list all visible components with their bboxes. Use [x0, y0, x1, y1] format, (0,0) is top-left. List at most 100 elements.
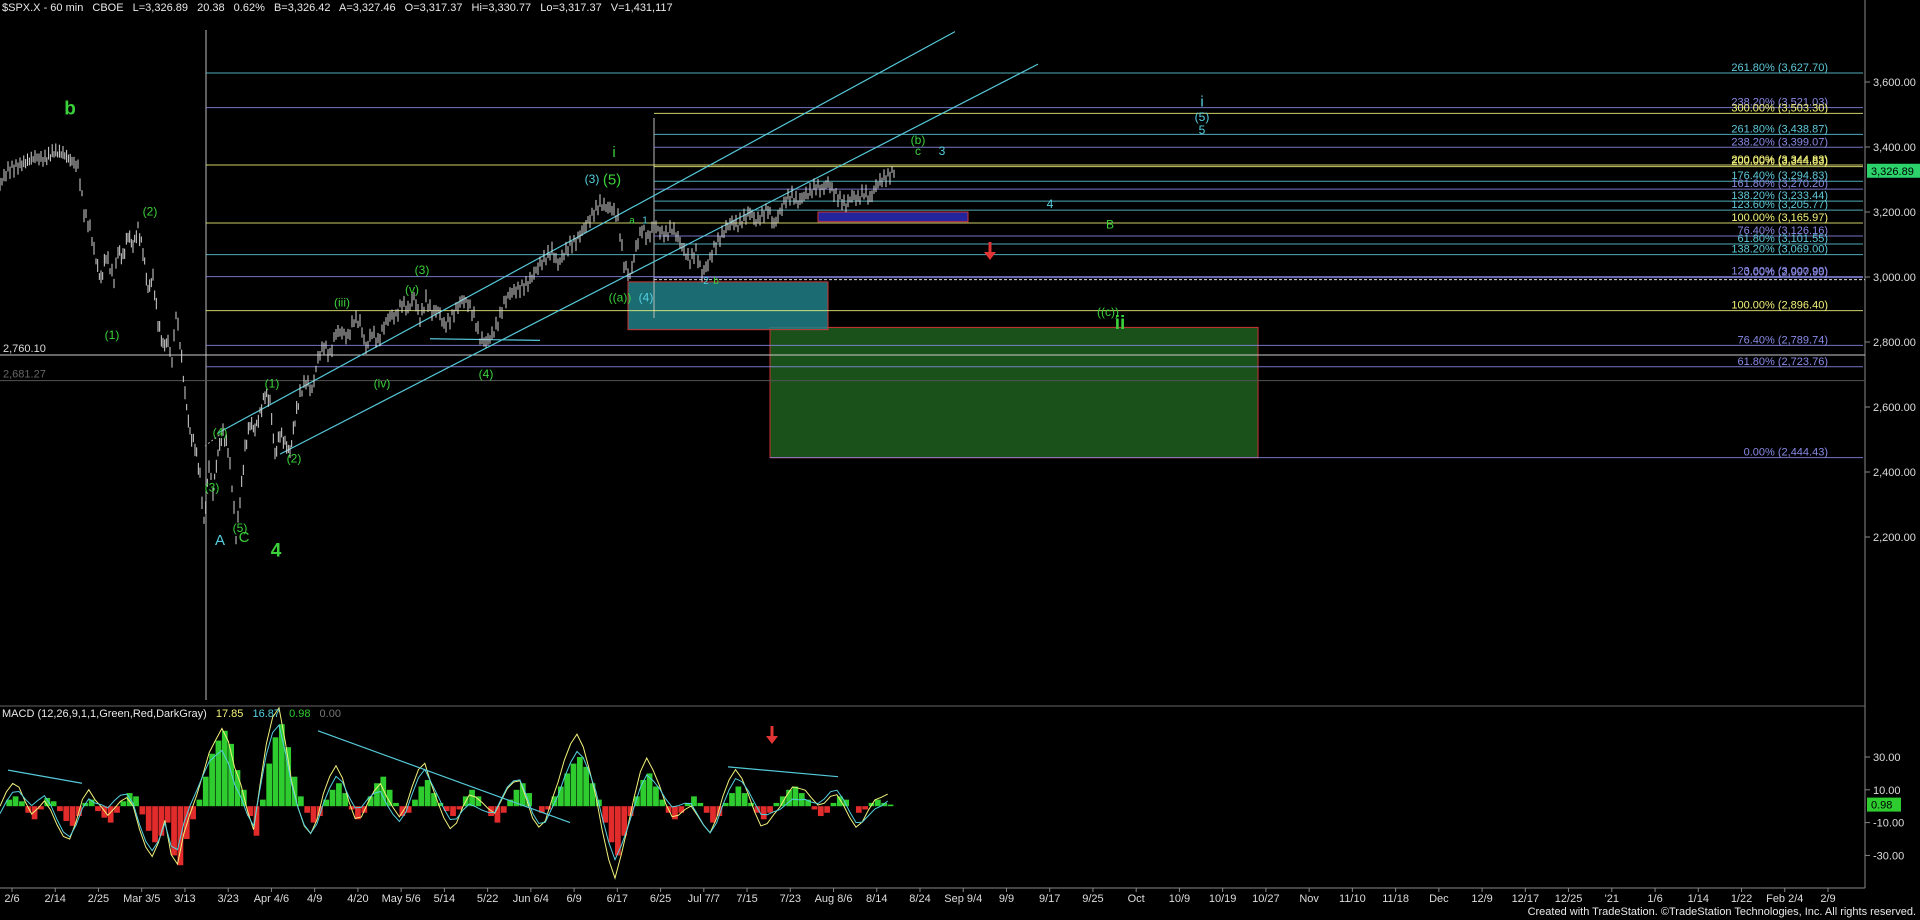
ask-price: A=3,327.46 [338, 2, 396, 14]
x-tick-label: 10/9 [1169, 893, 1190, 905]
target-blue-zone [817, 211, 969, 223]
x-tick-label: 1/22 [1731, 893, 1752, 905]
x-tick-label: 4/9 [307, 893, 322, 905]
macd-bar-positive [209, 753, 215, 807]
wave-label: (iii) [334, 295, 350, 309]
macd-bar-positive [564, 773, 571, 807]
fib-level-label: 261.80% (3,627.70) [1731, 62, 1828, 74]
x-tick-label: 9/17 [1039, 893, 1060, 905]
macd-bar-positive [393, 802, 399, 807]
y-tick-label: 3,600.00 [1873, 77, 1916, 89]
wave-label: b [64, 99, 76, 120]
x-tick-label: 5/14 [434, 893, 455, 905]
x-tick-label: 3/23 [217, 893, 238, 905]
wave-label: (4) [639, 290, 654, 304]
x-tick-label: 12/17 [1512, 893, 1540, 905]
x-tick-label: 2/9 [1820, 893, 1835, 905]
x-tick-label: '21 [1605, 893, 1619, 905]
wave-label: C [239, 529, 250, 546]
net-change: 20.38 [197, 2, 225, 14]
macd-bar-positive [12, 796, 19, 807]
macd-bar-negative [672, 806, 678, 820]
x-tick-label: 12/25 [1555, 893, 1583, 905]
wave-label: 3 [939, 144, 946, 158]
macd-bar-negative [710, 806, 716, 823]
high-price: Hi=3,330.77 [471, 2, 532, 14]
wave-label: (3) [585, 172, 600, 186]
macd-bar-positive [887, 804, 894, 807]
macd-bar-positive [418, 786, 425, 807]
x-tick-label: Apr 4/6 [254, 893, 289, 905]
x-tick-label: 2/14 [45, 893, 66, 905]
wave-label: ii [1115, 313, 1126, 334]
macd-bar-positive [874, 799, 881, 807]
x-tick-label: Sep 9/4 [944, 893, 982, 905]
x-tick-label: 12/9 [1471, 893, 1492, 905]
x-tick-label: 3/13 [174, 893, 195, 905]
macd-bar-positive [412, 799, 418, 807]
macd-y-tick-label: 30.00 [1873, 752, 1901, 764]
y-tick-label: 2,800.00 [1873, 337, 1916, 349]
x-tick-label: Dec [1429, 893, 1449, 905]
y-tick-label: 3,000.00 [1873, 272, 1916, 284]
macd-bar-negative [183, 806, 190, 839]
wave-label: B [1106, 217, 1114, 231]
macd-bar-negative [310, 806, 317, 823]
volume: V=1,431,117 [610, 2, 673, 14]
wave-label: 4 [1047, 197, 1054, 211]
wave-label: 4 [271, 541, 282, 562]
wave-label: a [629, 215, 635, 226]
wave-label: 2 [703, 276, 709, 287]
wave-label: (3) [415, 263, 430, 277]
wave-label: (1) [105, 328, 120, 342]
pct-change: 0.62% [233, 2, 265, 14]
x-tick-label: 6/9 [566, 893, 581, 905]
exchange-label: CBOE [92, 2, 124, 14]
x-tick-label: 7/15 [736, 893, 757, 905]
macd-bar-negative [760, 806, 767, 820]
macd-bar-positive [431, 793, 437, 807]
x-tick-label: 7/23 [780, 893, 801, 905]
macd-bar-positive [469, 789, 475, 807]
macd-bar-positive [202, 776, 209, 807]
macd-bar-positive [646, 773, 653, 807]
macd-bar-negative [450, 806, 456, 817]
macd-bar-negative [678, 806, 685, 813]
macd-bar-positive [748, 802, 754, 807]
wave-label: b [713, 276, 719, 287]
x-tick-label: 11/18 [1382, 893, 1409, 905]
macd-bar-negative [95, 806, 101, 812]
wave-label: i [1200, 93, 1203, 110]
macd-bar-positive [830, 802, 837, 807]
x-tick-label: 11/10 [1339, 893, 1366, 905]
x-tick-label: 5/22 [477, 893, 498, 905]
wave-label: (2) [287, 451, 302, 465]
last-price: L=3,326.89 [132, 2, 189, 14]
wave-label: (iv) [374, 377, 391, 391]
macd-bar-positive [266, 763, 273, 807]
x-tick-label: 9/25 [1082, 893, 1103, 905]
x-tick-label: 1/6 [1647, 893, 1662, 905]
macd-bar-positive [272, 737, 279, 807]
y-tick-label: 3,200.00 [1873, 207, 1916, 219]
x-tick-label: Jun 6/4 [513, 893, 549, 905]
open-price: O=3,317.37 [404, 2, 463, 14]
symbol-label: $SPX.X - 60 min [2, 2, 84, 14]
macd-bar-negative [817, 806, 824, 817]
horizontal-level-label: 2,681.27 [3, 369, 46, 381]
wave-label: (4) [213, 425, 228, 439]
macd-bar-positive [329, 789, 336, 807]
macd-bar-positive [583, 766, 590, 807]
macd-bar-negative [69, 806, 76, 826]
x-tick-label: Jul 7/7 [688, 893, 720, 905]
macd-bar-negative [811, 806, 818, 810]
macd-bar-positive [735, 786, 742, 807]
macd-bar-negative [304, 806, 311, 813]
macd-bar-negative [500, 806, 507, 813]
macd-bar-negative [145, 806, 152, 831]
fib-level-label: 300.00% (3,503.30) [1731, 102, 1828, 114]
macd-bar-negative [152, 806, 158, 843]
wave-label: (4) [479, 367, 494, 381]
x-tick-label: 9/9 [999, 893, 1014, 905]
y-tick-label: 2,600.00 [1873, 402, 1916, 414]
